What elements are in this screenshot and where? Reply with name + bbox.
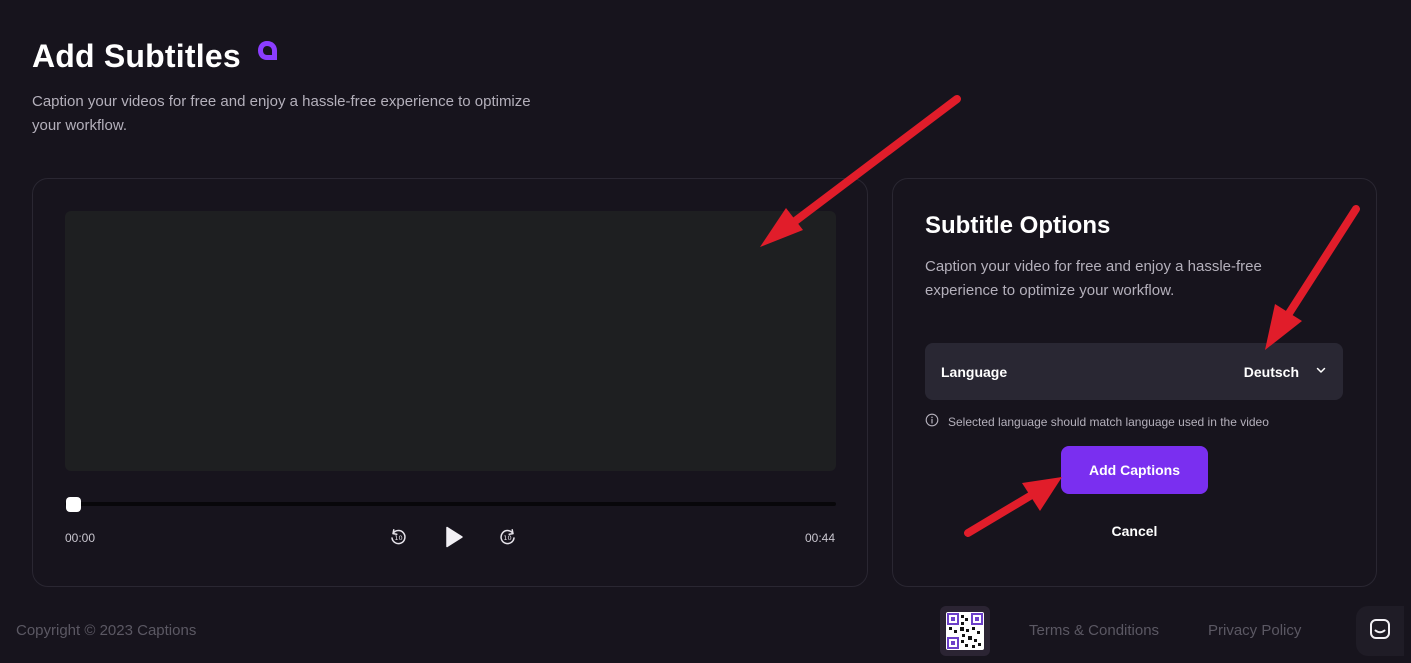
title-row: Add Subtitles	[32, 36, 532, 76]
page-title: Add Subtitles	[32, 38, 241, 74]
timeline-track[interactable]	[65, 502, 836, 506]
forward-label: 10	[503, 534, 511, 542]
chevron-down-icon	[1315, 363, 1327, 381]
language-label: Language	[941, 363, 1008, 380]
qr-code-image	[946, 612, 984, 650]
terms-link[interactable]: Terms & Conditions	[1029, 622, 1159, 639]
language-value-wrap: Deutsch	[1244, 363, 1327, 381]
info-icon	[925, 413, 948, 430]
header: Add Subtitles Caption your videos for fr…	[32, 36, 532, 138]
chat-icon	[1368, 617, 1392, 646]
video-preview[interactable]	[65, 211, 836, 471]
language-hint: Selected language should match language …	[925, 413, 1269, 430]
chat-button[interactable]	[1356, 606, 1404, 656]
duration: 00:44	[804, 531, 835, 545]
qr-code-icon[interactable]	[940, 606, 990, 656]
subtitle-options-card: Subtitle Options Caption your video for …	[892, 178, 1377, 587]
playback-controls: 10 10	[388, 524, 518, 550]
play-icon[interactable]	[440, 524, 466, 550]
hint-text: Selected language should match language …	[948, 414, 1269, 429]
language-value: Deutsch	[1243, 363, 1299, 380]
rewind-10-icon[interactable]: 10	[388, 527, 408, 547]
options-description: Caption your video for free and enjoy a …	[925, 258, 1262, 299]
forward-10-icon[interactable]: 10	[498, 527, 518, 547]
page: Add Subtitles Caption your videos for fr…	[0, 0, 1411, 663]
current-time: 00:00	[65, 531, 96, 545]
cancel-button[interactable]: Cancel	[1093, 519, 1176, 543]
privacy-link[interactable]: Privacy Policy	[1208, 622, 1301, 639]
captions-logo-icon	[255, 38, 281, 64]
rewind-label: 10	[394, 534, 402, 542]
options-title: Subtitle Options	[925, 212, 1111, 239]
add-captions-button[interactable]: Add Captions	[1061, 446, 1208, 494]
video-card: 00:00 10 10 00:44	[32, 178, 868, 587]
language-select[interactable]: Language Deutsch	[925, 343, 1343, 400]
timeline-scrubber[interactable]	[66, 497, 81, 512]
footer-copyright: Copyright © 2023 Captions	[16, 622, 197, 639]
page-subtitle: Caption your videos for free and enjoy a…	[32, 93, 531, 134]
